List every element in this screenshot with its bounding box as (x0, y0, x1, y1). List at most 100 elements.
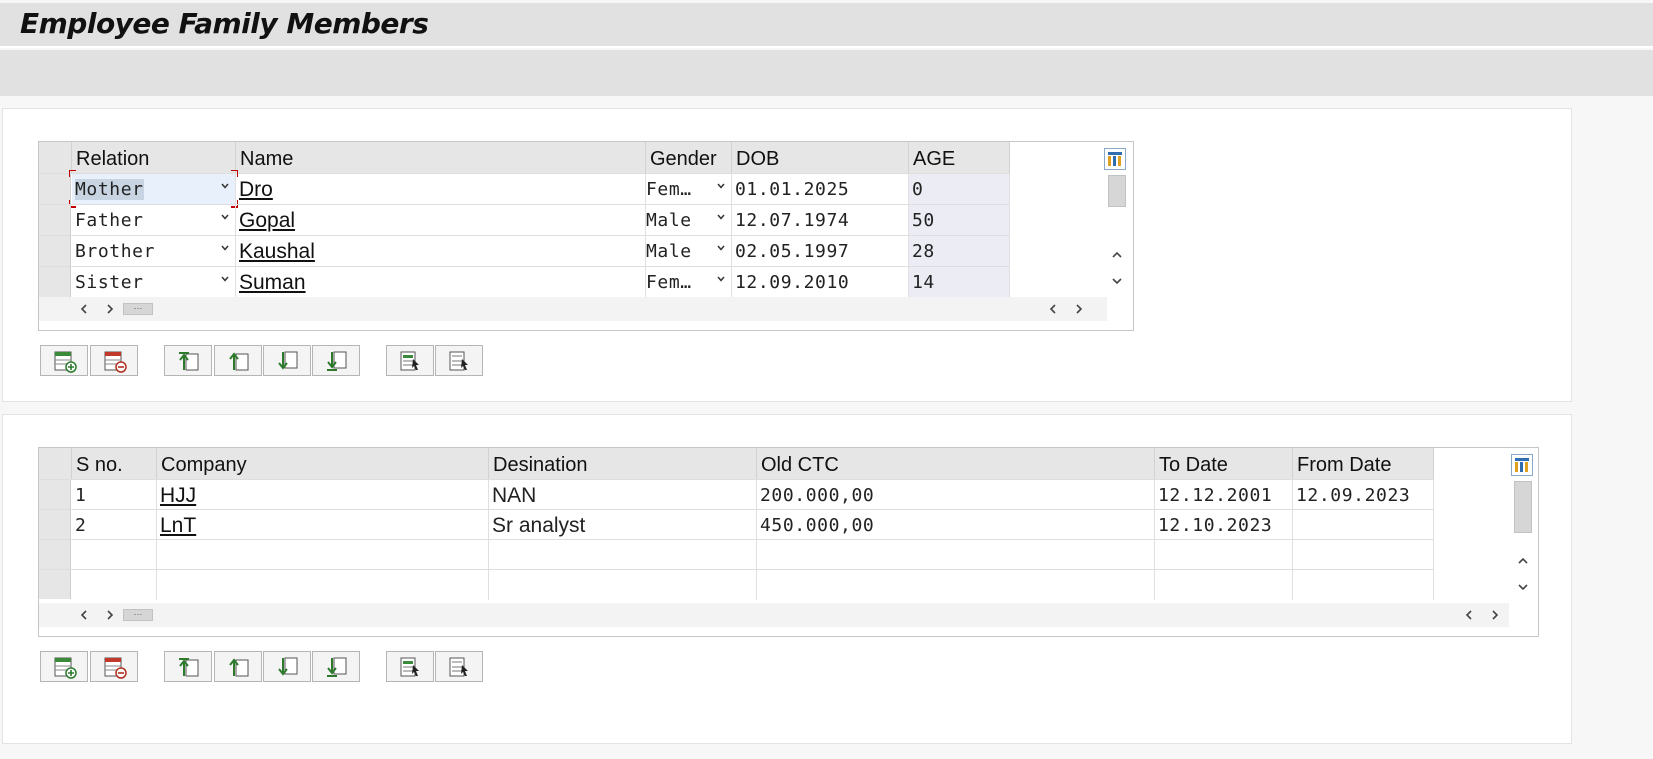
from-date-field[interactable] (1293, 570, 1434, 600)
old-ctc-field[interactable] (757, 540, 1155, 570)
chevron-down-icon[interactable] (717, 182, 725, 190)
relation-dropdown[interactable]: Father (72, 205, 236, 235)
row-selector[interactable] (39, 540, 71, 569)
to-date-field[interactable] (1155, 570, 1293, 600)
row-selector[interactable] (39, 570, 71, 599)
gender-dropdown[interactable]: Male (646, 205, 732, 235)
horizontal-scroll-thumb[interactable]: ··· (123, 609, 153, 621)
col-header-designation[interactable]: Desination (489, 448, 757, 479)
chevron-down-icon[interactable] (221, 213, 229, 221)
designation-field[interactable] (489, 570, 757, 600)
name-value[interactable]: Kaushal (239, 240, 315, 263)
row-selector-header[interactable] (39, 448, 72, 479)
scroll-left-icon[interactable] (77, 608, 91, 622)
delete-row-button[interactable] (90, 651, 138, 682)
row-selector[interactable] (39, 174, 71, 204)
gender-dropdown[interactable]: Fem… (646, 267, 732, 297)
row-selector[interactable] (39, 205, 71, 235)
old-ctc-field[interactable] (757, 570, 1155, 600)
col-header-old-ctc[interactable]: Old CTC (757, 448, 1155, 479)
dob-field[interactable]: 02.05.1997 (732, 236, 909, 266)
sno-field[interactable] (72, 570, 157, 600)
gender-dropdown[interactable]: Fem… (646, 174, 732, 204)
col-header-age[interactable]: AGE (909, 142, 1010, 173)
name-value[interactable]: Gopal (239, 209, 295, 232)
move-to-bottom-button[interactable] (312, 345, 360, 376)
relation-dropdown[interactable]: Sister (72, 267, 236, 297)
scroll-right-icon[interactable] (103, 302, 117, 316)
name-value[interactable]: Dro (239, 178, 273, 201)
move-up-button[interactable] (214, 651, 262, 682)
dob-field[interactable]: 12.07.1974 (732, 205, 909, 235)
chevron-down-icon[interactable] (717, 244, 725, 252)
old-ctc-field[interactable]: 200.000,00 (757, 480, 1155, 510)
scroll-left-end-icon[interactable] (1462, 608, 1476, 622)
layout-settings-icon[interactable] (1511, 454, 1533, 476)
delete-row-button[interactable] (90, 345, 138, 376)
row-selector[interactable] (39, 480, 71, 509)
col-header-sno[interactable]: S no. (72, 448, 157, 479)
move-to-top-button[interactable] (164, 345, 212, 376)
dob-field[interactable]: 12.09.2010 (732, 267, 909, 297)
select-block-button[interactable] (386, 345, 434, 376)
chevron-down-icon[interactable] (717, 275, 725, 283)
dob-field[interactable]: 01.01.2025 (732, 174, 909, 204)
deselect-block-button[interactable] (435, 651, 483, 682)
chevron-down-icon[interactable] (717, 213, 725, 221)
col-header-to-date[interactable]: To Date (1155, 448, 1293, 479)
scroll-left-icon[interactable] (77, 302, 91, 316)
designation-field[interactable]: Sr analyst (489, 510, 757, 540)
scroll-right-end-icon[interactable] (1488, 608, 1502, 622)
to-date-field[interactable]: 12.12.2001 (1155, 480, 1293, 510)
col-header-from-date[interactable]: From Date (1293, 448, 1434, 479)
name-link[interactable]: Kaushal (236, 236, 646, 266)
sno-field[interactable]: 2 (72, 510, 157, 540)
scroll-up-icon[interactable] (1516, 554, 1530, 568)
company-value[interactable]: LnT (160, 514, 196, 537)
company-link[interactable] (157, 570, 489, 600)
old-ctc-field[interactable]: 450.000,00 (757, 510, 1155, 540)
from-date-field[interactable] (1293, 510, 1434, 540)
row-selector[interactable] (39, 236, 71, 266)
scroll-right-icon[interactable] (103, 608, 117, 622)
sno-field[interactable] (72, 540, 157, 570)
row-selector[interactable] (39, 267, 71, 297)
from-date-field[interactable]: 12.09.2023 (1293, 480, 1434, 510)
layout-settings-icon[interactable] (1104, 148, 1126, 170)
select-block-button[interactable] (386, 651, 434, 682)
col-header-name[interactable]: Name (236, 142, 646, 173)
name-link[interactable]: Dro (236, 174, 646, 204)
to-date-field[interactable] (1155, 540, 1293, 570)
chevron-down-icon[interactable] (221, 275, 229, 283)
move-to-top-button[interactable] (164, 651, 212, 682)
scroll-down-icon[interactable] (1110, 274, 1124, 288)
move-to-bottom-button[interactable] (312, 651, 360, 682)
move-up-button[interactable] (214, 345, 262, 376)
company-link[interactable]: LnT (157, 510, 489, 540)
scroll-right-end-icon[interactable] (1072, 302, 1086, 316)
gender-dropdown[interactable]: Male (646, 236, 732, 266)
relation-dropdown[interactable]: Brother (72, 236, 236, 266)
move-down-button[interactable] (263, 345, 311, 376)
vertical-scroll-thumb[interactable] (1108, 175, 1126, 207)
relation-dropdown[interactable]: Mother (72, 174, 236, 204)
chevron-down-icon[interactable] (221, 182, 229, 190)
row-selector[interactable] (39, 510, 71, 539)
move-down-button[interactable] (263, 651, 311, 682)
designation-field[interactable] (489, 540, 757, 570)
scroll-left-end-icon[interactable] (1046, 302, 1060, 316)
scroll-down-icon[interactable] (1516, 580, 1530, 594)
row-selector-header[interactable] (39, 142, 72, 173)
col-header-gender[interactable]: Gender (646, 142, 732, 173)
company-value[interactable]: HJJ (160, 484, 196, 507)
scroll-up-icon[interactable] (1110, 248, 1124, 262)
insert-row-button[interactable] (40, 651, 88, 682)
col-header-dob[interactable]: DOB (732, 142, 909, 173)
col-header-company[interactable]: Company (157, 448, 489, 479)
deselect-block-button[interactable] (435, 345, 483, 376)
insert-row-button[interactable] (40, 345, 88, 376)
designation-field[interactable]: NAN (489, 480, 757, 510)
vertical-scroll-thumb[interactable] (1514, 481, 1532, 533)
company-link[interactable] (157, 540, 489, 570)
name-value[interactable]: Suman (239, 271, 306, 294)
